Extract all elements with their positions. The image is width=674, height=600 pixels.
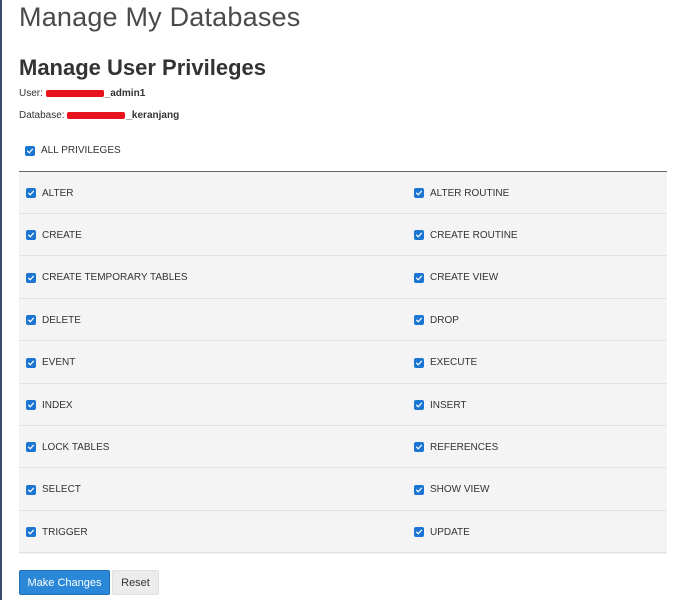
- database-label: Database:: [19, 110, 65, 121]
- privilege-row: TRIGGER UPDATE: [19, 511, 667, 554]
- checkbox-checked-icon[interactable]: [414, 188, 424, 198]
- user-value-suffix: _admin1: [104, 88, 146, 99]
- privilege-label: ALTER: [42, 187, 74, 199]
- privilege-checkbox[interactable]: CREATE ROUTINE: [414, 214, 518, 256]
- privilege-checkbox[interactable]: DELETE: [26, 299, 81, 341]
- privilege-checkbox[interactable]: CREATE TEMPORARY TABLES: [26, 257, 188, 299]
- privileges-table: ALTER ALTER ROUTINE CREATE CREATE ROUTINE CR…: [19, 171, 667, 554]
- page-title: Manage My Databases: [19, 2, 301, 32]
- privilege-checkbox[interactable]: DROP: [414, 299, 459, 341]
- user-label: User:: [19, 88, 43, 99]
- privilege-checkbox[interactable]: INSERT: [414, 384, 467, 426]
- privilege-label: LOCK TABLES: [42, 441, 110, 453]
- checkbox-checked-icon[interactable]: [26, 315, 36, 326]
- privilege-label: INSERT: [430, 399, 467, 411]
- privilege-label: ALTER ROUTINE: [430, 187, 510, 199]
- privilege-checkbox[interactable]: REFERENCES: [414, 426, 498, 468]
- privilege-label: DELETE: [42, 314, 81, 326]
- privilege-checkbox[interactable]: EVENT: [26, 342, 75, 384]
- database-value-suffix: _keranjang: [126, 110, 180, 121]
- privilege-checkbox[interactable]: SHOW VIEW: [414, 469, 489, 511]
- privilege-checkbox[interactable]: ALTER ROUTINE: [414, 172, 509, 214]
- privilege-row: SELECT SHOW VIEW: [19, 469, 667, 511]
- user-value: _admin1: [45, 88, 146, 99]
- redaction-mark: [67, 112, 126, 119]
- all-privileges-checkbox[interactable]: ALL PRIVILEGES: [25, 145, 121, 156]
- checkbox-checked-icon[interactable]: [414, 357, 424, 368]
- privilege-label: CREATE TEMPORARY TABLES: [42, 272, 188, 284]
- make-changes-button[interactable]: Make Changes: [19, 570, 110, 595]
- database-line: Database: _keranjang: [19, 110, 179, 121]
- database-value: _keranjang: [67, 110, 179, 121]
- privilege-row: CREATE TEMPORARY TABLES CREATE VIEW: [19, 257, 667, 299]
- privilege-label: CREATE VIEW: [430, 272, 499, 284]
- checkbox-checked-icon[interactable]: [26, 188, 36, 198]
- privilege-row: INDEX INSERT: [19, 384, 667, 426]
- checkbox-checked-icon[interactable]: [414, 400, 424, 410]
- checkbox-checked-icon[interactable]: [26, 230, 36, 241]
- privilege-row: ALTER ALTER ROUTINE: [19, 172, 667, 214]
- privilege-checkbox[interactable]: INDEX: [26, 384, 73, 426]
- checkbox-checked-icon[interactable]: [414, 230, 424, 241]
- privilege-checkbox[interactable]: CREATE VIEW: [414, 257, 498, 299]
- privilege-checkbox[interactable]: ALTER: [26, 172, 74, 214]
- privilege-checkbox[interactable]: LOCK TABLES: [26, 426, 109, 468]
- privilege-label: REFERENCES: [430, 441, 499, 453]
- checkbox-checked-icon[interactable]: [26, 272, 36, 283]
- privilege-label: SELECT: [42, 484, 81, 496]
- privilege-checkbox[interactable]: SELECT: [26, 469, 81, 511]
- privilege-checkbox[interactable]: TRIGGER: [26, 511, 88, 553]
- checkbox-checked-icon[interactable]: [26, 400, 36, 410]
- redaction-mark: [45, 90, 104, 97]
- checkbox-checked-icon[interactable]: [25, 145, 35, 156]
- checkbox-checked-icon[interactable]: [414, 442, 424, 453]
- privilege-label: INDEX: [42, 399, 73, 411]
- section-title: Manage User Privileges: [19, 55, 267, 80]
- privilege-label: CREATE: [42, 229, 82, 241]
- privilege-row: EVENT EXECUTE: [19, 342, 667, 384]
- privilege-checkbox[interactable]: CREATE: [26, 214, 82, 256]
- privilege-checkbox[interactable]: EXECUTE: [414, 342, 477, 384]
- checkbox-checked-icon[interactable]: [414, 315, 424, 326]
- privilege-label: TRIGGER: [42, 526, 88, 538]
- privilege-label: UPDATE: [430, 526, 470, 538]
- checkbox-checked-icon[interactable]: [26, 527, 36, 538]
- checkbox-checked-icon[interactable]: [26, 484, 36, 495]
- privilege-label: EXECUTE: [430, 357, 478, 369]
- left-edge-rule: [0, 0, 2, 600]
- checkbox-checked-icon[interactable]: [414, 272, 424, 283]
- checkbox-checked-icon[interactable]: [414, 484, 424, 495]
- privilege-row: CREATE CREATE ROUTINE: [19, 214, 667, 257]
- reset-button[interactable]: Reset: [112, 570, 159, 595]
- all-privileges-label: ALL PRIVILEGES: [41, 145, 121, 156]
- privilege-label: DROP: [430, 314, 459, 326]
- checkbox-checked-icon[interactable]: [26, 442, 36, 453]
- checkbox-checked-icon[interactable]: [26, 357, 36, 368]
- user-line: User: _admin1: [19, 88, 145, 99]
- privilege-row: LOCK TABLES REFERENCES: [19, 426, 667, 469]
- privilege-label: SHOW VIEW: [430, 484, 490, 496]
- privilege-label: EVENT: [42, 357, 76, 369]
- privilege-checkbox[interactable]: UPDATE: [414, 511, 470, 553]
- privilege-label: CREATE ROUTINE: [430, 229, 518, 241]
- privilege-row: DELETE DROP: [19, 299, 667, 342]
- checkbox-checked-icon[interactable]: [414, 527, 424, 538]
